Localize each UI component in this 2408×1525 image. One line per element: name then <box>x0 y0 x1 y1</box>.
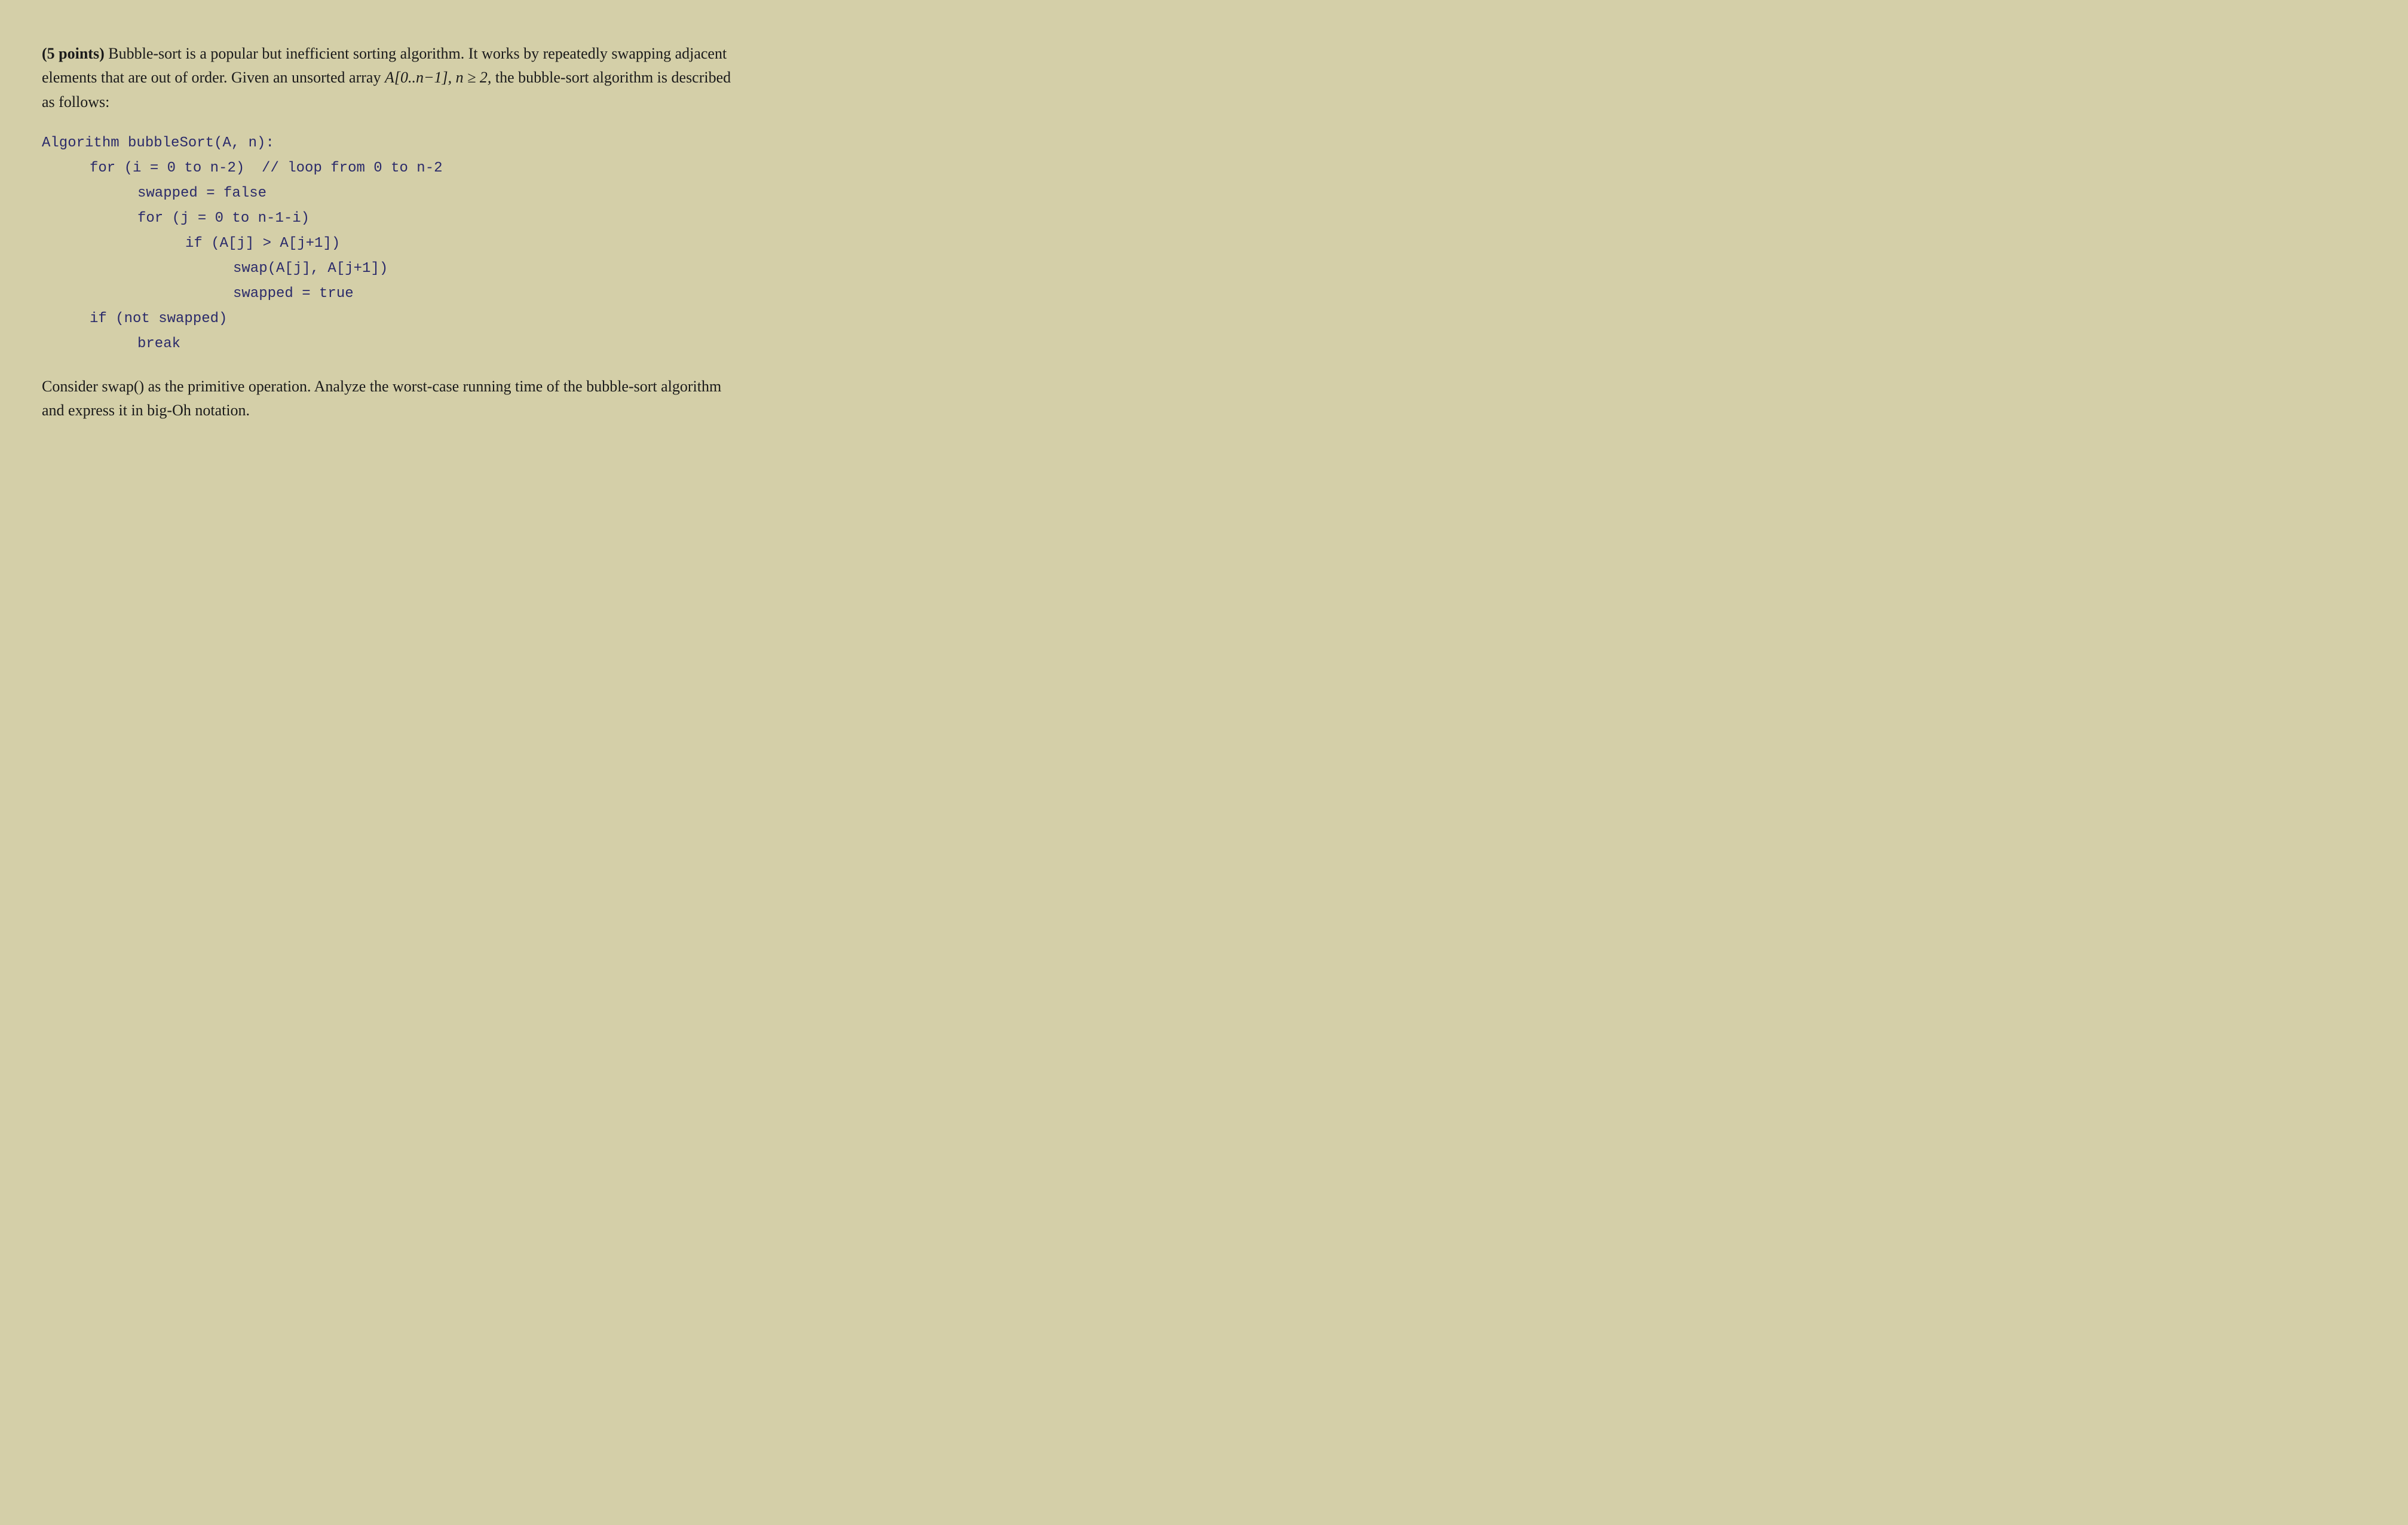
footer-paragraph: Consider swap() as the primitive operati… <box>42 375 735 423</box>
algo-line-2: swapped = false <box>137 181 735 206</box>
array-notation: A[0..n−1], n ≥ 2, <box>385 69 491 86</box>
intro-paragraph: (5 points) Bubble-sort is a popular but … <box>42 42 735 114</box>
algo-line-1: for (i = 0 to n-2) // loop from 0 to n-2 <box>90 156 735 181</box>
algorithm-header: Algorithm bubbleSort(A, n): <box>42 131 735 156</box>
algorithm-block: Algorithm bubbleSort(A, n): for (i = 0 t… <box>42 131 735 357</box>
algo-line-5: swap(A[j], A[j+1]) <box>233 256 735 281</box>
algo-line-7: if (not swapped) <box>90 307 735 332</box>
algo-line-3: for (j = 0 to n-1-i) <box>137 206 735 231</box>
algo-line-4: if (A[j] > A[j+1]) <box>185 231 735 256</box>
points-label: (5 points) <box>42 45 105 62</box>
algo-line-6: swapped = true <box>233 281 735 307</box>
algo-line-8: break <box>137 332 735 357</box>
page-container: (5 points) Bubble-sort is a popular but … <box>30 24 747 440</box>
